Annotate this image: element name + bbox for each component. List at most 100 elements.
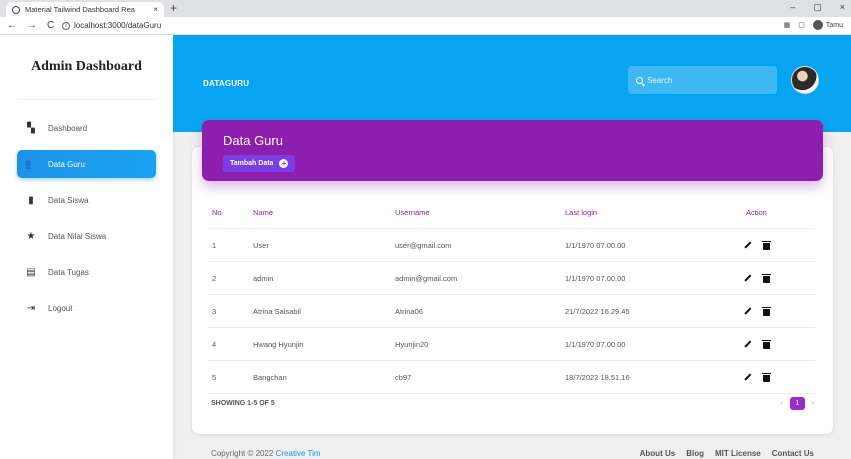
sidebar-item-label: Data Tugas bbox=[48, 267, 89, 277]
next-page-icon[interactable]: › bbox=[812, 400, 814, 407]
creative-tim-link[interactable]: Creative Tim bbox=[276, 449, 321, 458]
browser-actions: ▦ ▢ Tamu bbox=[784, 20, 843, 30]
cell-no: 5 bbox=[212, 372, 217, 382]
minimize-icon[interactable]: – bbox=[790, 2, 795, 13]
edit-icon[interactable] bbox=[743, 274, 751, 283]
cell-username: Atrina06 bbox=[395, 306, 423, 316]
cell-actions bbox=[743, 306, 815, 316]
cell-name: Hwang Hyunjin bbox=[253, 339, 304, 349]
cell-no: 4 bbox=[212, 339, 217, 349]
translate-icon[interactable]: ▦ bbox=[784, 21, 791, 29]
maximize-icon[interactable]: ▢ bbox=[813, 2, 822, 13]
document-icon: ▤ bbox=[26, 266, 36, 278]
cell-username: user@gmail.com bbox=[395, 240, 452, 250]
footer-link-license[interactable]: MIT License bbox=[715, 449, 761, 458]
search-box[interactable] bbox=[628, 66, 777, 94]
url-field[interactable]: i localhost:3000/dataGuru bbox=[62, 21, 161, 30]
showing-count: SHOWING 1-5 OF 5 bbox=[211, 400, 275, 407]
tab-title: Material Tailwind Dashboard Rea bbox=[25, 5, 135, 14]
cell-last-login: 1/1/1970 07.00.00 bbox=[565, 273, 626, 283]
edit-icon[interactable] bbox=[743, 373, 751, 382]
cell-actions bbox=[743, 240, 815, 250]
profile-name: Tamu bbox=[825, 21, 843, 29]
browser-tab[interactable]: Material Tailwind Dashboard Rea × bbox=[6, 2, 164, 17]
cell-no: 2 bbox=[212, 273, 217, 283]
card-header: Data Guru Tambah Data + bbox=[202, 120, 823, 181]
sidebar-toggle-icon[interactable]: ▢ bbox=[798, 21, 805, 29]
cell-actions bbox=[743, 372, 815, 382]
footer-links: About Us Blog MIT License Contact Us bbox=[640, 449, 814, 458]
sidebar-item-data-siswa[interactable]: ▮ Data Siswa bbox=[17, 186, 156, 214]
page-title: DATAGURU bbox=[203, 79, 250, 88]
copyright-text: Copyright © 2022 bbox=[211, 449, 274, 458]
logout-icon: ⇥ bbox=[26, 302, 36, 314]
page-button[interactable]: 1 bbox=[789, 397, 805, 410]
cell-no: 3 bbox=[212, 306, 217, 316]
table-row: 3 Atrina Salsabil Atrina06 21/7/2022 16.… bbox=[208, 295, 815, 328]
forward-icon[interactable]: → bbox=[27, 20, 37, 31]
table-row: 2 admin admin@gmail.com 1/1/1970 07.00.0… bbox=[208, 262, 815, 295]
window-controls: – ▢ × bbox=[790, 2, 845, 13]
cell-name: Bangchan bbox=[253, 372, 287, 382]
sidebar-menu: ▚ Dashboard 👥 Data Guru ▮ Data Siswa ★ D… bbox=[17, 114, 156, 322]
search-icon bbox=[636, 76, 643, 84]
col-no: No. bbox=[212, 207, 224, 217]
footer-link-about[interactable]: About Us bbox=[640, 449, 676, 458]
table-row: 1 User user@gmail.com 1/1/1970 07.00.00 bbox=[208, 229, 815, 262]
col-name: Name bbox=[253, 207, 274, 217]
dashboard-icon: ▚ bbox=[27, 122, 35, 134]
info-icon[interactable]: i bbox=[62, 21, 70, 30]
cell-last-login: 1/1/1970 07.00.00 bbox=[565, 339, 626, 349]
footer-link-blog[interactable]: Blog bbox=[686, 449, 704, 458]
edit-icon[interactable] bbox=[743, 307, 751, 316]
reload-icon[interactable]: C bbox=[47, 20, 54, 31]
sidebar-item-data-tugas[interactable]: ▤ Data Tugas bbox=[17, 258, 156, 286]
add-data-button[interactable]: Tambah Data + bbox=[223, 155, 296, 172]
sidebar-item-label: Dashboard bbox=[48, 123, 88, 133]
copyright: Copyright © 2022 Creative Tim bbox=[211, 449, 321, 458]
edit-icon[interactable] bbox=[743, 241, 751, 250]
people-icon: 👥 bbox=[24, 158, 38, 170]
sidebar-item-label: Logout bbox=[48, 303, 73, 313]
tab-close-icon[interactable]: × bbox=[153, 5, 158, 14]
star-icon: ★ bbox=[26, 230, 36, 242]
delete-icon[interactable] bbox=[762, 372, 771, 382]
delete-icon[interactable] bbox=[762, 339, 771, 349]
delete-icon[interactable] bbox=[762, 273, 771, 283]
profile-button[interactable]: Tamu bbox=[812, 20, 843, 30]
sidebar-item-dashboard[interactable]: ▚ Dashboard bbox=[17, 114, 156, 142]
new-tab-icon[interactable]: + bbox=[170, 1, 177, 15]
footer-link-contact[interactable]: Contact Us bbox=[772, 449, 814, 458]
nav-buttons: ← → C bbox=[0, 20, 62, 31]
profile-icon bbox=[812, 20, 823, 30]
add-data-label: Tambah Data bbox=[230, 160, 274, 167]
sidebar-item-data-guru[interactable]: 👥 Data Guru bbox=[17, 150, 156, 178]
cell-last-login: 1/1/1970 07.00.00 bbox=[565, 240, 626, 250]
col-username: Username bbox=[395, 207, 430, 217]
browser-tab-bar: Material Tailwind Dashboard Rea × + – ▢ … bbox=[0, 0, 851, 17]
cell-username: Hyunjin20 bbox=[395, 339, 429, 349]
delete-icon[interactable] bbox=[762, 240, 771, 250]
close-window-icon[interactable]: × bbox=[840, 2, 845, 13]
card-title: Data Guru bbox=[223, 133, 283, 148]
sidebar-item-logout[interactable]: ⇥ Logout bbox=[17, 294, 156, 322]
cell-no: 1 bbox=[212, 240, 217, 250]
delete-icon[interactable] bbox=[762, 306, 771, 316]
pagination: ‹ 1 › bbox=[780, 397, 814, 410]
id-card-icon: ▮ bbox=[28, 194, 34, 206]
table-row: 5 Bangchan cb97 18/7/2022 18.51.16 bbox=[208, 361, 815, 394]
favicon-icon bbox=[12, 5, 20, 14]
sidebar-item-data-nilai-siswa[interactable]: ★ Data Nilai Siswa bbox=[17, 222, 156, 250]
table-header: No. Name Username Last login Action bbox=[208, 196, 815, 229]
edit-icon[interactable] bbox=[743, 340, 751, 349]
sidebar-item-label: Data Nilai Siswa bbox=[48, 231, 107, 241]
avatar[interactable] bbox=[791, 66, 819, 94]
back-icon[interactable]: ← bbox=[7, 20, 17, 31]
sidebar-item-label: Data Guru bbox=[48, 159, 85, 169]
address-bar: ← → C i localhost:3000/dataGuru ▦ ▢ Tamu bbox=[0, 17, 851, 35]
prev-page-icon[interactable]: ‹ bbox=[780, 400, 782, 407]
teacher-table: No. Name Username Last login Action 1 Us… bbox=[208, 196, 815, 394]
cell-username: cb97 bbox=[395, 372, 412, 382]
col-action: Action bbox=[746, 207, 767, 217]
search-input[interactable] bbox=[647, 75, 757, 85]
